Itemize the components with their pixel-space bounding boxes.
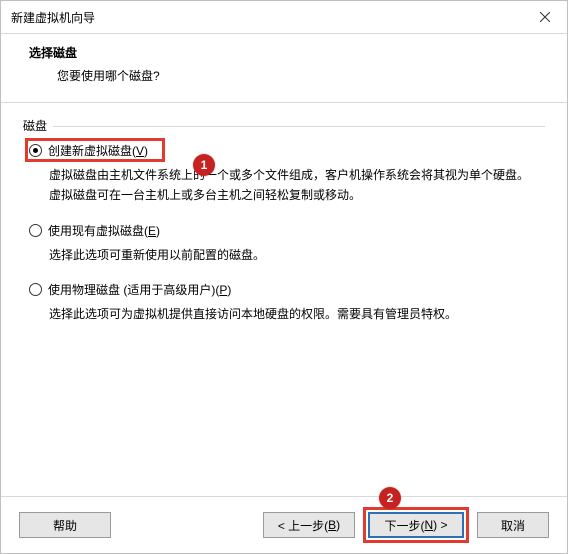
annotation-highlight-box-2: 下一步(N) > [363,507,469,543]
wizard-footer: 帮助 < 上一步(B) 下一步(N) > 取消 [1,496,567,553]
radio-use-existing-disk[interactable] [29,224,42,237]
back-post: ) [336,518,340,532]
help-button[interactable]: 帮助 [19,512,111,538]
option-use-physical-disk-row[interactable]: 使用物理磁盘 (适用于高级用户)(P) [29,281,545,298]
title-bar: 新建虚拟机向导 [1,1,567,34]
wizard-header: 选择磁盘 您要使用哪个磁盘? [1,34,567,103]
next-button[interactable]: 下一步(N) > [368,512,464,538]
option-use-existing-disk: 使用现有虚拟磁盘(E) 选择此选项可重新使用以前配置的磁盘。 [29,222,545,265]
page-subtitle: 您要使用哪个磁盘? [57,67,567,84]
option-use-existing-disk-label: 使用现有虚拟磁盘(E) [48,222,160,239]
next-mn: N [424,518,433,532]
option-create-new-disk-desc: 虚拟磁盘由主机文件系统上的一个或多个文件组成，客户机操作系统会将其视为单个硬盘。… [49,165,539,206]
radio-use-physical-disk[interactable] [29,283,42,296]
option-create-new-disk-label: 创建新虚拟磁盘(V) [48,142,148,159]
option-create-new-disk-row[interactable]: 创建新虚拟磁盘(V) [29,142,545,159]
opt2-label-pre: 使用现有虚拟磁盘( [48,224,148,238]
option-use-existing-disk-desc: 选择此选项可重新使用以前配置的磁盘。 [49,245,539,265]
back-mn: B [328,518,336,532]
opt2-label-post: ) [156,224,160,238]
disk-options: 创建新虚拟磁盘(V) 虚拟磁盘由主机文件系统上的一个或多个文件组成，客户机操作系… [23,140,545,325]
opt3-label-post: ) [227,283,231,297]
opt1-label-post: ) [144,144,148,158]
option-use-physical-disk-label: 使用物理磁盘 (适用于高级用户)(P) [48,281,231,298]
page-title: 选择磁盘 [29,44,567,61]
radio-create-new-disk[interactable] [29,144,42,157]
group-label-disk: 磁盘 [23,117,545,134]
next-post: ) > [433,518,447,532]
next-pre: 下一步( [384,517,424,534]
opt1-label-pre: 创建新虚拟磁盘( [48,144,136,158]
close-button[interactable] [523,1,567,33]
opt2-mnemonic: E [148,224,156,238]
option-use-existing-disk-row[interactable]: 使用现有虚拟磁盘(E) [29,222,545,239]
annotation-badge-1: 1 [193,154,215,176]
group-label-text: 磁盘 [23,119,53,133]
back-button[interactable]: < 上一步(B) [263,512,355,538]
content-area: 磁盘 创建新虚拟磁盘(V) 虚拟磁盘由主机文件系统上的一个或多个文件组成，客户机… [1,103,567,325]
cancel-button[interactable]: 取消 [477,512,549,538]
opt1-mnemonic: V [136,144,144,158]
close-icon [540,12,550,22]
window-title: 新建虚拟机向导 [11,9,95,26]
opt3-label-pre: 使用物理磁盘 (适用于高级用户)( [48,283,219,297]
option-use-physical-disk: 使用物理磁盘 (适用于高级用户)(P) 选择此选项可为虚拟机提供直接访问本地硬盘… [29,281,545,324]
option-create-new-disk: 创建新虚拟磁盘(V) 虚拟磁盘由主机文件系统上的一个或多个文件组成，客户机操作系… [29,142,545,206]
back-pre: < 上一步( [278,517,328,534]
option-use-physical-disk-desc: 选择此选项可为虚拟机提供直接访问本地硬盘的权限。需要具有管理员特权。 [49,304,539,324]
annotation-badge-2: 2 [379,487,401,509]
